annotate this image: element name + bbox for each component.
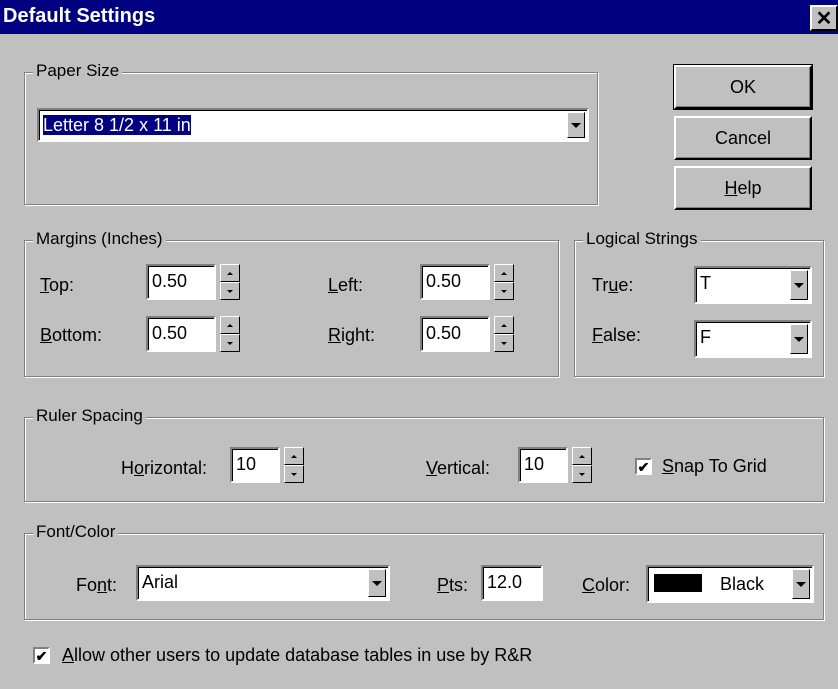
cancel-button[interactable]: Cancel xyxy=(674,116,812,160)
spin-down-icon[interactable] xyxy=(572,465,592,483)
chevron-down-icon[interactable] xyxy=(790,324,808,354)
allow-update-checkbox[interactable]: ✔ xyxy=(33,647,50,664)
spin-up-icon[interactable] xyxy=(220,264,240,282)
logical-strings-legend: Logical Strings xyxy=(583,229,701,249)
true-string-select[interactable]: T xyxy=(694,266,812,304)
left-label: Left: xyxy=(328,275,364,295)
close-icon: ✕ xyxy=(815,7,833,30)
horizontal-spacing-spinner[interactable] xyxy=(284,447,304,483)
chevron-down-icon[interactable] xyxy=(792,569,810,599)
help-mnemonic: H xyxy=(724,177,738,198)
horizontal-label: Horizontal: xyxy=(121,458,208,478)
pts-label: Pts: xyxy=(437,575,469,595)
font-value: Arial xyxy=(142,572,179,592)
spin-down-icon[interactable] xyxy=(220,282,240,300)
check-icon: ✔ xyxy=(637,458,650,475)
top-label: Top: xyxy=(40,275,75,295)
right-margin-input[interactable]: 0.50 xyxy=(420,316,490,352)
true-label: True: xyxy=(592,275,634,295)
spin-up-icon[interactable] xyxy=(220,316,240,334)
color-select[interactable]: Black xyxy=(646,565,814,603)
pts-input[interactable]: 12.0 xyxy=(481,565,543,601)
allow-update-label[interactable]: Allow other users to update database tab… xyxy=(62,645,532,666)
top-margin-spinner[interactable] xyxy=(220,264,240,300)
help-label: elp xyxy=(737,177,762,198)
bottom-label: Bottom: xyxy=(40,325,103,345)
paper-size-value: Letter 8 1/2 x 11 in xyxy=(43,115,191,135)
spin-down-icon[interactable] xyxy=(494,334,514,352)
color-value: Black xyxy=(720,574,765,594)
dialog-window: Default Settings ✕ Paper Size Letter 8 1… xyxy=(0,0,838,689)
left-margin-spinner[interactable] xyxy=(494,264,514,300)
font-select[interactable]: Arial xyxy=(136,565,390,601)
help-button[interactable]: Help xyxy=(674,166,812,210)
snap-to-grid-checkbox[interactable]: ✔ xyxy=(635,458,652,475)
ok-button[interactable]: OK xyxy=(673,64,813,110)
chevron-down-icon[interactable] xyxy=(368,569,386,597)
vertical-spacing-input[interactable]: 10 xyxy=(518,447,568,483)
close-button[interactable]: ✕ xyxy=(810,5,838,31)
color-label: Color: xyxy=(582,575,631,595)
margins-group: Margins (Inches) xyxy=(24,229,559,377)
false-string-value: F xyxy=(700,327,711,347)
spin-up-icon[interactable] xyxy=(572,447,592,465)
chevron-down-icon[interactable] xyxy=(790,270,808,300)
snap-to-grid-label[interactable]: Snap To Grid xyxy=(662,456,767,477)
spin-down-icon[interactable] xyxy=(494,282,514,300)
spin-down-icon[interactable] xyxy=(220,334,240,352)
bottom-margin-spinner[interactable] xyxy=(220,316,240,352)
true-string-value: T xyxy=(700,273,711,293)
title-bar: Default Settings ✕ xyxy=(0,0,838,34)
vertical-label: Vertical: xyxy=(426,458,491,478)
vertical-spacing-spinner[interactable] xyxy=(572,447,592,483)
margins-legend: Margins (Inches) xyxy=(33,229,166,249)
false-string-select[interactable]: F xyxy=(694,320,812,358)
color-swatch xyxy=(654,574,702,592)
left-margin-input[interactable]: 0.50 xyxy=(420,264,490,300)
spin-up-icon[interactable] xyxy=(494,264,514,282)
bottom-margin-input[interactable]: 0.50 xyxy=(146,316,216,352)
ruler-spacing-legend: Ruler Spacing xyxy=(33,406,146,426)
chevron-down-icon[interactable] xyxy=(567,112,585,138)
spin-up-icon[interactable] xyxy=(284,447,304,465)
paper-size-select[interactable]: Letter 8 1/2 x 11 in xyxy=(37,108,589,142)
window-title: Default Settings xyxy=(3,5,156,27)
check-icon: ✔ xyxy=(35,647,48,664)
paper-size-group: Paper Size Letter 8 1/2 x 11 in xyxy=(24,61,598,205)
false-label: False: xyxy=(592,325,642,345)
font-color-legend: Font/Color xyxy=(33,522,119,542)
top-margin-input[interactable]: 0.50 xyxy=(146,264,216,300)
right-margin-spinner[interactable] xyxy=(494,316,514,352)
spin-down-icon[interactable] xyxy=(284,465,304,483)
horizontal-spacing-input[interactable]: 10 xyxy=(230,447,280,483)
font-label: Font: xyxy=(76,575,118,595)
spin-up-icon[interactable] xyxy=(494,316,514,334)
paper-size-legend: Paper Size xyxy=(33,61,123,81)
right-label: Right: xyxy=(328,325,376,345)
